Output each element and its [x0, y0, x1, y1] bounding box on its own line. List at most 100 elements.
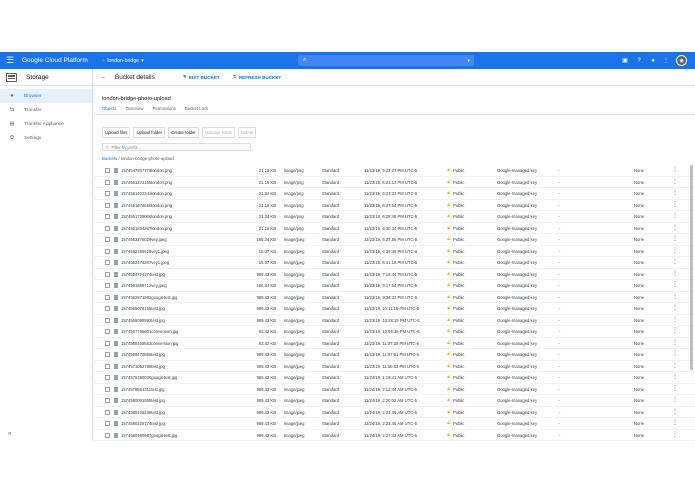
table-row[interactable]: ▲ 1574580225774test.jpg 989.43 KB image/jpe… [94, 418, 695, 430]
table-row[interactable]: ▲ 1574547807778london.png 21.16 KB image/pn… [94, 165, 695, 177]
table-row[interactable]: ▲ 1574579564311test.jpg 989.43 KB image/jpe… [94, 384, 695, 395]
menu-icon[interactable]: ☰ [6, 52, 16, 69]
row-checkbox[interactable] [105, 260, 110, 265]
table-row[interactable]: ▲ 1574552276029vey.jpeg 185.34 KB image/jpe… [94, 234, 695, 246]
edit-bucket-button[interactable]: ✎ EDIT BUCKET [183, 74, 220, 80]
row-checkbox[interactable] [105, 375, 110, 380]
table-row[interactable]: ▲ 1574552476207vey1.jpeg 15.07 KB image/jpe… [94, 257, 695, 269]
scrollbar[interactable] [690, 165, 693, 370]
row-checkbox[interactable] [105, 409, 110, 415]
object-name[interactable]: 1574562871982googletest.jpg [121, 295, 177, 300]
row-checkbox[interactable] [105, 237, 110, 242]
row-more-icon[interactable]: ⋮ [672, 258, 678, 265]
object-name[interactable]: 1574551674650london.png [121, 203, 172, 208]
notifications-icon[interactable]: ● [649, 52, 657, 69]
row-checkbox[interactable] [105, 329, 110, 334]
table-row[interactable]: ▲ 1574567795601conversion.jpg 93.42 KB imag… [94, 326, 695, 338]
row-checkbox[interactable] [105, 294, 110, 300]
row-checkbox[interactable] [105, 248, 110, 254]
object-name[interactable]: 1574579564311test.jpg [121, 387, 164, 392]
row-more-icon[interactable]: ⋮ [672, 212, 678, 219]
help-icon[interactable]: ? [635, 52, 643, 69]
row-more-icon[interactable]: ⋮ [672, 178, 678, 185]
object-name[interactable]: 1574551402241london.png [121, 191, 172, 196]
row-checkbox[interactable] [105, 306, 110, 311]
table-row[interactable]: ▲ 1574551402241london.png 21.34 KB image/pn… [94, 188, 695, 200]
row-more-icon[interactable]: ⋮ [672, 189, 678, 196]
object-name[interactable]: 1574580225774test.jpg [121, 421, 165, 426]
row-checkbox[interactable] [105, 386, 110, 392]
row-more-icon[interactable]: ⋮ [672, 385, 678, 392]
table-row[interactable]: ▲ 1574561869712vey.jpeg 185.34 KB image/jpe… [94, 280, 695, 292]
cloud-shell-icon[interactable]: ▣ [621, 52, 629, 69]
row-more-icon[interactable]: ⋮ [672, 224, 678, 231]
search-dropdown-icon[interactable]: ▾ [467, 58, 470, 64]
table-row[interactable]: ▲ 1574551728006london.png 21.34 KB image/pn… [94, 211, 695, 223]
object-name[interactable]: 1574552276029vey.jpeg [121, 237, 167, 242]
table-row[interactable]: ▲ 1574551834267london.png 21.16 KB image/pn… [94, 223, 695, 234]
back-arrow-icon[interactable]: ← [100, 74, 107, 81]
table-row[interactable]: ▲ 1574552385525vey1.jpeg 15.07 KB image/jpe… [94, 246, 695, 257]
object-name[interactable]: 1574580001958test.jpg [121, 398, 165, 403]
row-more-icon[interactable]: ⋮ [672, 419, 678, 426]
table-row[interactable]: ▲ 1574562871982googletest.jpg 989.43 KB ima… [94, 292, 695, 303]
object-name[interactable]: 1574551728006london.png [121, 214, 172, 219]
row-more-icon[interactable]: ⋮ [672, 166, 678, 173]
table-row[interactable]: ▲ 1574551272155london.png 21.16 KB image/pn… [94, 177, 695, 188]
object-name[interactable]: 1574551834267london.png [121, 226, 172, 231]
object-name[interactable]: 1574554724374test.jpg [121, 272, 165, 277]
row-checkbox[interactable] [105, 179, 110, 185]
object-name[interactable]: 1574580225238test.jpg [121, 410, 165, 415]
project-selector[interactable]: ⁘ london-bridge ▾ [101, 52, 144, 69]
refresh-bucket-button[interactable]: ↻ REFRESH BUCKET [233, 74, 281, 80]
row-checkbox[interactable] [105, 225, 110, 231]
object-name[interactable]: 1574565078155test.jpg [121, 306, 165, 311]
row-checkbox[interactable] [105, 202, 110, 208]
table-row[interactable]: ▲ 1574580001958test.jpg 989.43 KB image/jpe… [94, 395, 695, 407]
row-more-icon[interactable]: ⋮ [672, 247, 678, 254]
more-options-icon[interactable]: ⋮ [662, 52, 670, 69]
row-checkbox[interactable] [105, 421, 110, 426]
sidebar-item-browser[interactable]: ● Browser [0, 89, 92, 103]
table-row[interactable]: ▲ 1574554724374test.jpg 989.43 KB image/jpe… [94, 269, 695, 280]
breadcrumb-buckets[interactable]: Buckets [102, 156, 117, 161]
avatar[interactable]: ◉ [676, 55, 687, 66]
row-more-icon[interactable]: ⋮ [672, 270, 678, 277]
row-more-icon[interactable]: ⋮ [672, 304, 678, 311]
object-name[interactable]: 1574580460987googletest.jpg [121, 433, 177, 438]
table-row[interactable]: ▲ 1574565078155test.jpg 989.43 KB image/jpe… [94, 303, 695, 315]
row-more-icon[interactable]: ⋮ [672, 362, 678, 369]
table-row[interactable]: ▲ 1574551674650london.png 21.16 KB image/pn… [94, 200, 695, 211]
sidebar-item-transfer-appliance[interactable]: ▤ Transfer Appliance [0, 117, 92, 131]
object-name[interactable]: 1574552385525vey1.jpeg [121, 249, 169, 254]
table-row[interactable]: ▲ 1574568458553conversion.jpg 93.42 KB imag… [94, 338, 695, 349]
object-name[interactable]: 1574566098592test.jpg [121, 318, 165, 323]
row-checkbox[interactable] [105, 168, 110, 173]
row-more-icon[interactable]: ⋮ [672, 316, 678, 323]
row-more-icon[interactable]: ⋮ [672, 339, 678, 346]
table-row[interactable]: ▲ 1574580225238test.jpg 989.43 KB image/jpe… [94, 407, 695, 418]
row-checkbox[interactable] [105, 317, 110, 323]
delete-button[interactable]: Delete [237, 127, 257, 138]
object-name[interactable]: 1574571052796test.jpg [121, 364, 165, 369]
row-checkbox[interactable] [105, 352, 110, 357]
table-row[interactable]: ▲ 1574568470855test.jpg 989.43 KB image/jpe… [94, 349, 695, 361]
table-row[interactable]: ▲ 1574566098592test.jpg 989.43 KB image/jpe… [94, 315, 695, 326]
row-checkbox[interactable] [105, 271, 110, 277]
sidebar-item-settings[interactable]: ⚙ Settings [0, 131, 92, 145]
create-folder-button[interactable]: Create folder [168, 127, 199, 138]
row-more-icon[interactable]: ⋮ [672, 293, 678, 300]
row-more-icon[interactable]: ⋮ [672, 431, 678, 438]
row-checkbox[interactable] [105, 432, 110, 438]
row-checkbox[interactable] [105, 191, 110, 196]
upload-files-button[interactable]: Upload files [102, 127, 131, 138]
object-name[interactable]: 1574568458553conversion.jpg [121, 341, 178, 346]
manage-holds-button[interactable]: Manage holds [201, 127, 235, 138]
sidebar-item-transfer[interactable]: ⇆ Transfer [0, 103, 92, 117]
row-more-icon[interactable]: ⋮ [672, 408, 678, 415]
row-more-icon[interactable]: ⋮ [672, 235, 678, 242]
row-more-icon[interactable]: ⋮ [672, 396, 678, 403]
row-checkbox[interactable] [105, 214, 110, 219]
row-checkbox[interactable] [105, 283, 110, 288]
object-name[interactable]: 1574552476207vey1.jpeg [121, 260, 169, 265]
